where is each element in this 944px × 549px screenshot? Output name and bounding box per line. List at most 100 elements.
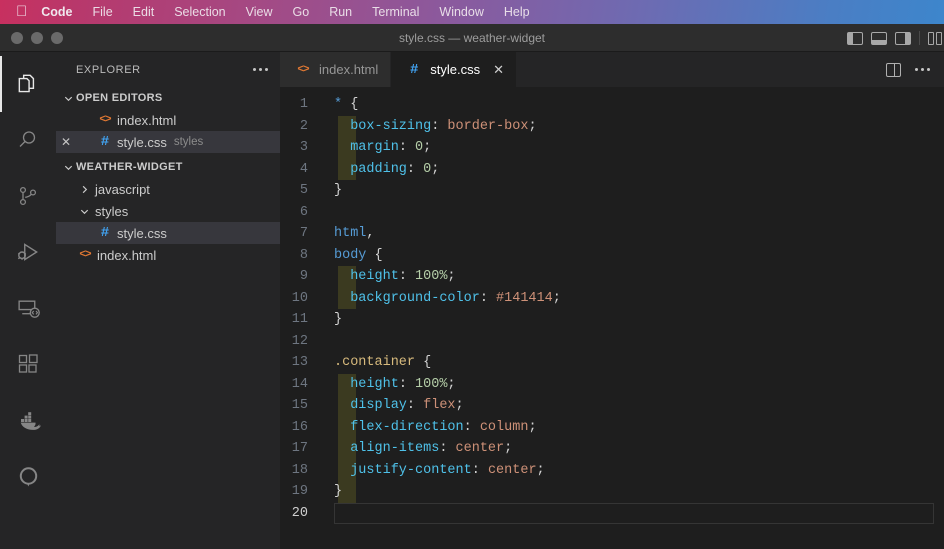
tab-index-html[interactable]: <> index.html bbox=[280, 52, 392, 87]
menu-item-go[interactable]: Go bbox=[293, 5, 310, 19]
menu-item-edit[interactable]: Edit bbox=[133, 5, 155, 19]
toggle-primary-sidebar-icon[interactable] bbox=[847, 31, 863, 45]
open-editor-item-style-css[interactable]: ✕ # style.css styles bbox=[56, 131, 280, 153]
code-line[interactable]: 6 bbox=[280, 202, 944, 224]
sidebar-item-docker[interactable] bbox=[0, 392, 56, 448]
menu-item-run[interactable]: Run bbox=[329, 5, 352, 19]
menu-item-file[interactable]: File bbox=[93, 5, 113, 19]
code-line[interactable]: 10 background-color: #141414; bbox=[280, 287, 944, 309]
code-line[interactable]: 14 height: 100%; bbox=[280, 373, 944, 395]
line-number: 5 bbox=[299, 183, 308, 199]
code-token: : bbox=[398, 376, 416, 392]
code-editor[interactable]: 1 * {2 box-sizing: border-box; 3 margin: 0… bbox=[280, 87, 944, 549]
macos-menu-bar:  Code File Edit Selection View Go Run T… bbox=[0, 0, 944, 24]
tree-item-styles[interactable]: styles bbox=[56, 200, 280, 222]
code-token: box-sizing bbox=[350, 118, 432, 134]
sidebar-item-source-control[interactable] bbox=[0, 168, 56, 224]
code-line[interactable]: 9 height: 100%; bbox=[280, 266, 944, 288]
code-line[interactable]: 20 bbox=[280, 502, 944, 524]
workspace-section-header[interactable]: WEATHER-WIDGET bbox=[56, 156, 280, 178]
tree-item-style-css[interactable]: # style.css bbox=[56, 222, 280, 244]
sidebar-item-search[interactable] bbox=[0, 112, 56, 168]
code-line[interactable]: 11} bbox=[280, 309, 944, 331]
chevron-down-icon bbox=[76, 206, 92, 217]
sidebar-item-explorer[interactable] bbox=[0, 56, 56, 112]
toggle-panel-icon[interactable] bbox=[871, 31, 887, 45]
code-line[interactable]: 12 bbox=[280, 331, 944, 353]
open-editor-item-index-html[interactable]: <> index.html bbox=[56, 109, 280, 131]
code-line[interactable]: 15 display: flex; bbox=[280, 395, 944, 417]
code-token: ; bbox=[552, 290, 561, 306]
code-line[interactable]: 4 padding: 0; bbox=[280, 158, 944, 180]
sidebar-item-extensions[interactable] bbox=[0, 336, 56, 392]
activity-bar bbox=[0, 52, 56, 549]
line-number: 3 bbox=[299, 140, 308, 156]
code-token: 100% bbox=[415, 376, 448, 392]
html-file-icon: <> bbox=[79, 249, 91, 261]
line-number: 19 bbox=[291, 484, 308, 500]
close-tab-icon[interactable]: ✕ bbox=[493, 63, 504, 76]
close-editor-icon[interactable]: ✕ bbox=[56, 135, 76, 149]
tab-style-css[interactable]: # style.css ✕ bbox=[391, 52, 517, 87]
code-text: height: 100%; bbox=[334, 269, 455, 284]
code-line[interactable]: 2 box-sizing: border-box; bbox=[280, 115, 944, 137]
tree-item-javascript[interactable]: javascript bbox=[56, 178, 280, 200]
menu-item-terminal[interactable]: Terminal bbox=[372, 5, 419, 19]
extensions-icon bbox=[16, 352, 40, 376]
code-line[interactable]: 18 justify-content: center; bbox=[280, 459, 944, 481]
source-control-icon bbox=[16, 184, 40, 208]
code-text: } bbox=[334, 484, 342, 499]
code-line[interactable]: 13 .container { bbox=[280, 352, 944, 374]
tree-item-index-html[interactable]: <> index.html bbox=[56, 244, 280, 266]
open-editor-label: index.html bbox=[117, 112, 177, 128]
tree-item-label: javascript bbox=[95, 181, 150, 197]
open-editors-section-header[interactable]: OPEN EDITORS bbox=[56, 87, 280, 109]
code-line[interactable]: 8 body { bbox=[280, 245, 944, 267]
sidebar-item-remote-explorer[interactable] bbox=[0, 280, 56, 336]
code-token: border-box bbox=[447, 118, 529, 134]
menu-item-view[interactable]: View bbox=[246, 5, 273, 19]
code-text: } bbox=[334, 312, 342, 327]
code-text: * { bbox=[334, 97, 358, 112]
code-text: align-items: center; bbox=[334, 441, 512, 456]
code-line[interactable]: 16 flex-direction: column; bbox=[280, 416, 944, 438]
menu-item-selection[interactable]: Selection bbox=[174, 5, 225, 19]
code-token: : bbox=[463, 419, 480, 435]
menu-item-window[interactable]: Window bbox=[439, 5, 483, 19]
code-line[interactable]: 1 * { bbox=[280, 94, 944, 116]
apple-logo-icon[interactable]:  bbox=[16, 4, 27, 19]
toggle-secondary-sidebar-icon[interactable] bbox=[895, 31, 911, 45]
code-line[interactable]: 19} bbox=[280, 481, 944, 503]
code-line[interactable]: 3 margin: 0; bbox=[280, 137, 944, 159]
current-line-highlight bbox=[334, 502, 934, 524]
code-token: } bbox=[334, 312, 343, 328]
customize-layout-icon[interactable] bbox=[928, 31, 942, 45]
code-token: column bbox=[479, 419, 529, 435]
sidebar-item-run-and-debug[interactable] bbox=[0, 224, 56, 280]
minimize-button[interactable] bbox=[31, 31, 43, 44]
circle-ring-icon bbox=[16, 464, 41, 489]
code-text: box-sizing: border-box; bbox=[334, 118, 536, 134]
code-line[interactable]: 7 html, bbox=[280, 223, 944, 245]
code-token: display bbox=[350, 398, 407, 414]
more-actions-icon[interactable] bbox=[253, 68, 268, 71]
sidebar-item-assistant[interactable] bbox=[0, 448, 56, 504]
maximize-button[interactable] bbox=[51, 31, 63, 44]
line-number: 9 bbox=[299, 269, 308, 285]
close-button[interactable] bbox=[11, 31, 23, 44]
menu-item-code[interactable]: Code bbox=[41, 5, 72, 19]
tree-item-label: style.css bbox=[117, 225, 167, 241]
code-token: body bbox=[334, 247, 367, 263]
code-token: flex-direction bbox=[350, 419, 464, 435]
menu-item-help[interactable]: Help bbox=[504, 5, 530, 19]
code-line[interactable]: 5} bbox=[280, 180, 944, 202]
window-title-bar: style.css — weather-widget bbox=[0, 24, 944, 52]
html-file-icon: <> bbox=[99, 114, 111, 126]
more-editor-actions-icon[interactable] bbox=[915, 68, 930, 71]
split-editor-icon[interactable] bbox=[886, 62, 901, 77]
code-line[interactable]: 17 align-items: center; bbox=[280, 438, 944, 460]
code-token: , bbox=[366, 226, 375, 242]
